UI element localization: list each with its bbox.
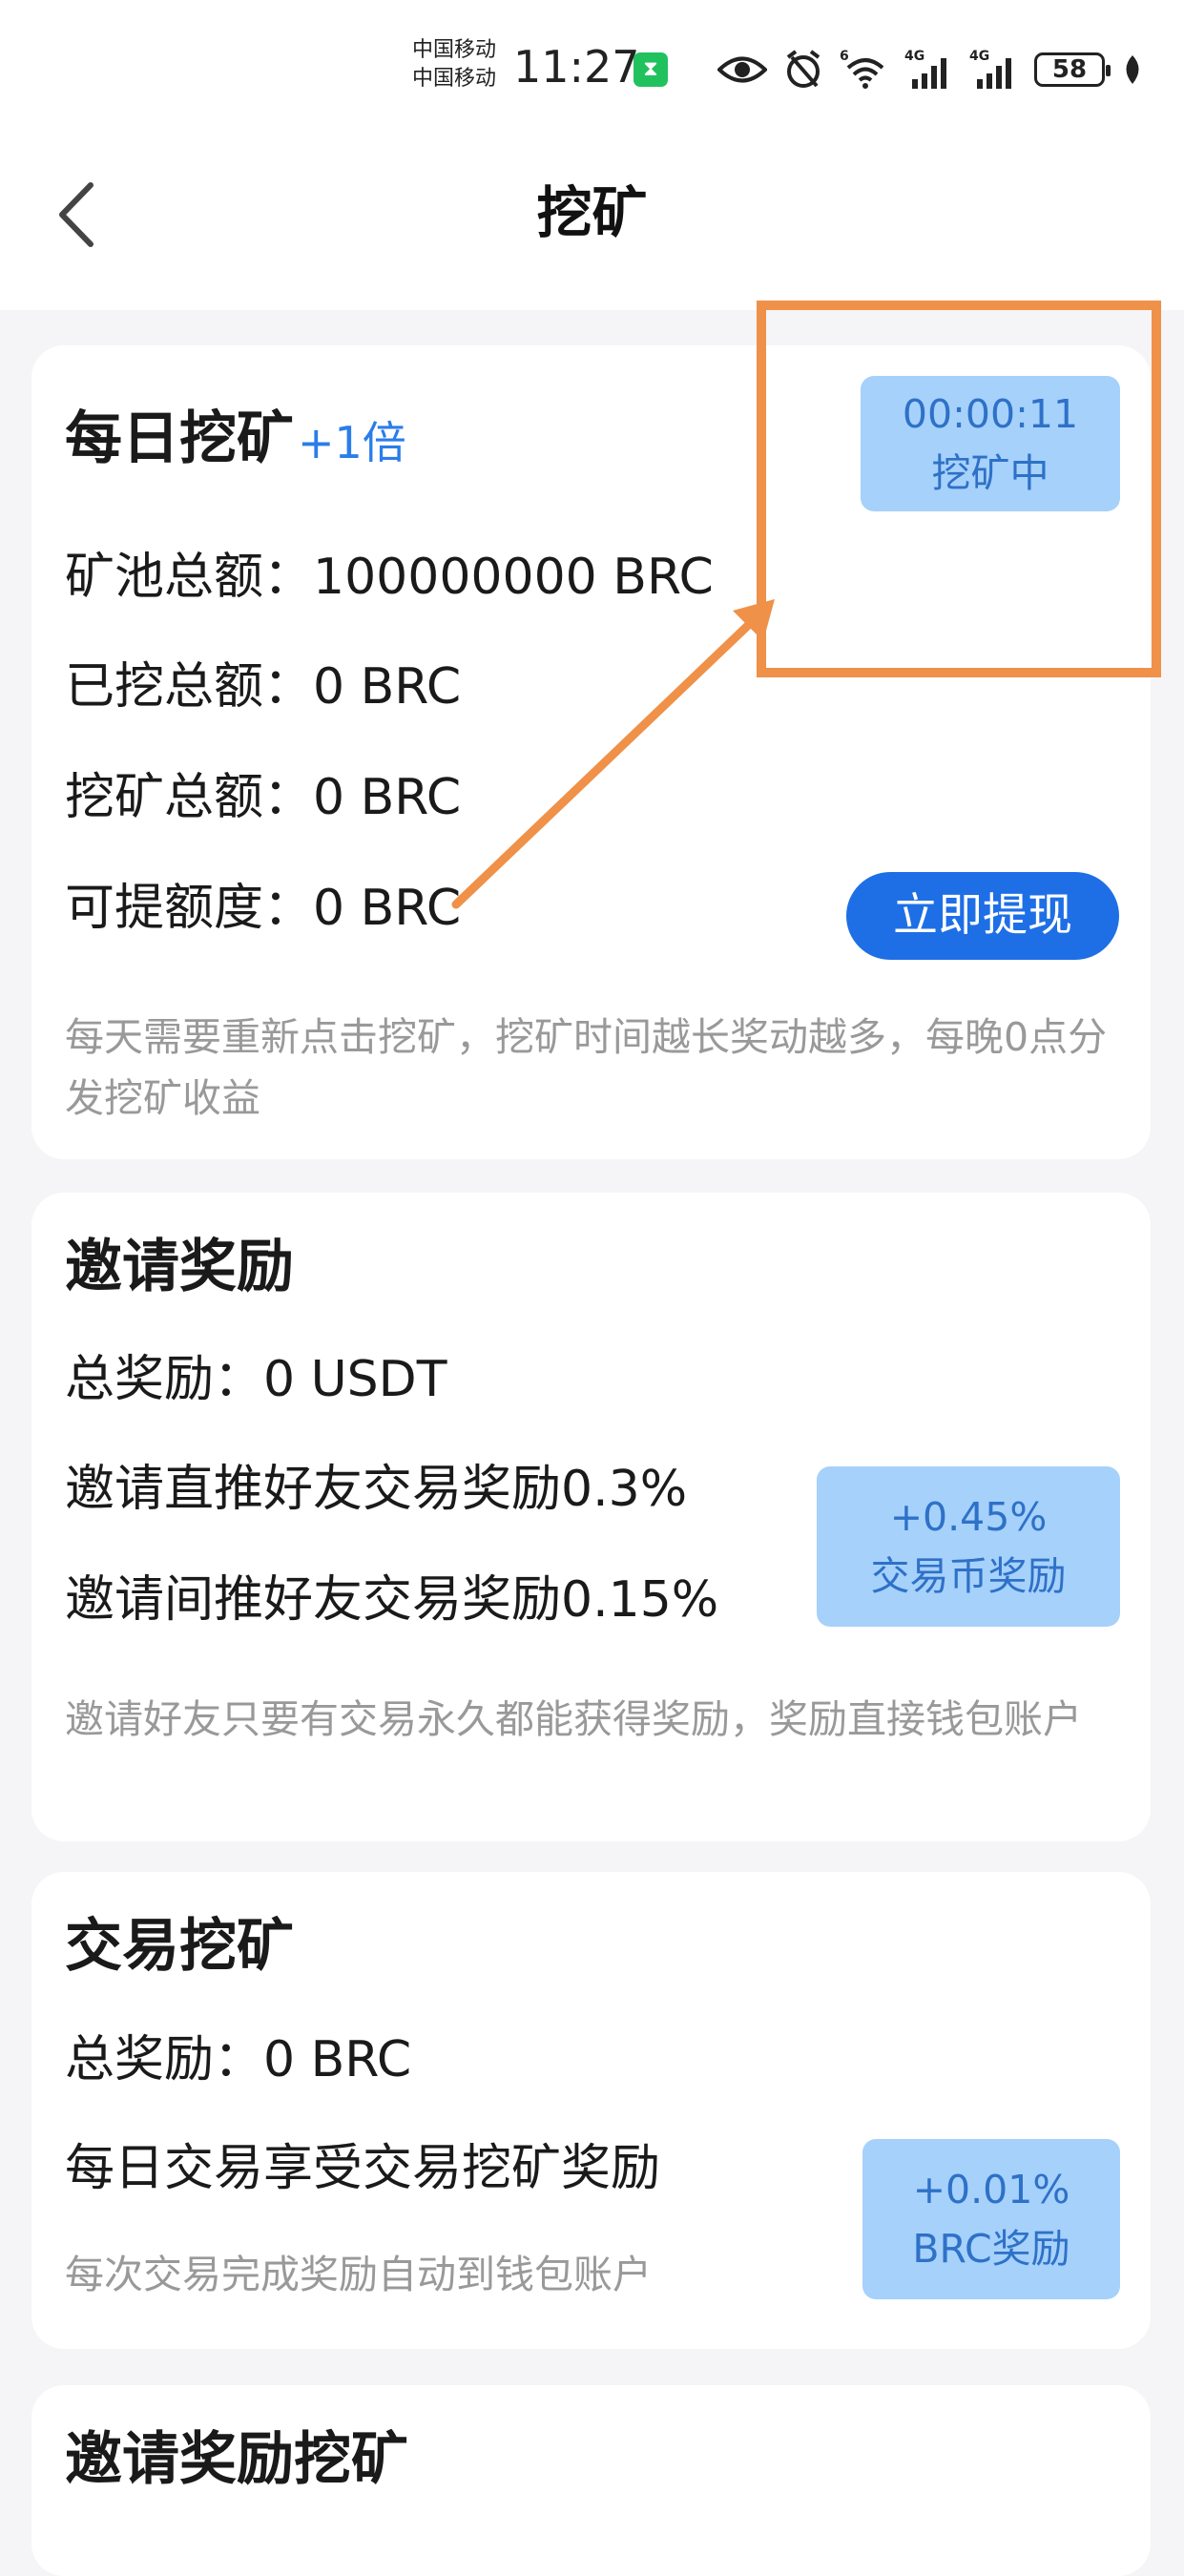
signal-icon: 4G bbox=[969, 49, 1017, 91]
daily-mining-title: 每日挖矿+1倍 bbox=[65, 403, 406, 479]
clock: 11:27 bbox=[513, 41, 640, 93]
mining-status-button[interactable]: 00:00:11 挖矿中 bbox=[861, 376, 1120, 511]
invite-indirect-reward: 邀请间推好友交易奖励0.15% bbox=[65, 1571, 719, 1629]
battery-icon: 58 bbox=[1034, 52, 1111, 87]
invite-reward-card: 邀请奖励 总奖励：0 USDT 邀请直推好友交易奖励0.3% 邀请间推好友交易奖… bbox=[31, 1193, 1151, 1841]
mining-total: 挖矿总额：0 BRC bbox=[65, 769, 462, 826]
trade-mining-note: 每次交易完成奖励自动到钱包账户 bbox=[65, 2252, 652, 2297]
daily-mining-note: 每天需要重新点击挖矿，挖矿时间越长奖动越多，每晚0点分发挖矿收益 bbox=[65, 1014, 1108, 1121]
invite-badge-label: 交易币奖励 bbox=[870, 1553, 1067, 1599]
hourglass-icon: ⧗ bbox=[634, 52, 668, 87]
trade-mining-title: 交易挖矿 bbox=[65, 1913, 294, 1980]
daily-mining-card: 每日挖矿+1倍 00:00:11 挖矿中 矿池总额：100000000 BRC … bbox=[31, 345, 1151, 1159]
nav-bar: 挖矿 bbox=[0, 138, 1184, 310]
mining-status: 挖矿中 bbox=[931, 450, 1049, 496]
alarm-off-icon bbox=[784, 50, 822, 90]
invite-total-reward: 总奖励：0 USDT bbox=[65, 1351, 447, 1408]
mined-total: 已挖总额：0 BRC bbox=[65, 658, 462, 716]
invite-badge-value: +0.45% bbox=[889, 1494, 1048, 1540]
trade-total-reward: 总奖励：0 BRC bbox=[65, 2031, 412, 2088]
trade-badge-value: +0.01% bbox=[912, 2167, 1070, 2212]
page-title: 挖矿 bbox=[536, 180, 648, 245]
invite-reward-badge: +0.45% 交易币奖励 bbox=[817, 1466, 1120, 1627]
carrier-2: 中国移动 bbox=[412, 67, 497, 91]
wifi-icon: 6 bbox=[840, 49, 887, 91]
pool-total: 矿池总额：100000000 BRC bbox=[65, 549, 714, 606]
carrier-1: 中国移动 bbox=[412, 38, 497, 62]
eye-icon bbox=[717, 53, 767, 86]
trade-mining-card: 交易挖矿 总奖励：0 BRC 每日交易享受交易挖矿奖励 +0.01% BRC奖励… bbox=[31, 1872, 1151, 2349]
invite-mining-title: 邀请奖励挖矿 bbox=[65, 2426, 408, 2493]
mining-timer: 00:00:11 bbox=[902, 391, 1079, 437]
invite-reward-title: 邀请奖励 bbox=[65, 1234, 294, 1300]
multiplier-label: +1倍 bbox=[298, 417, 406, 468]
trade-daily-reward: 每日交易享受交易挖矿奖励 bbox=[65, 2140, 661, 2197]
daily-mining-title-text: 每日挖矿 bbox=[65, 405, 294, 472]
invite-direct-reward: 邀请直推好友交易奖励0.3% bbox=[65, 1461, 688, 1518]
status-bar: 中国移动 中国移动 11:27 ⧗ 6 4G 4G 58 bbox=[0, 0, 1184, 138]
withdrawable-amount: 可提额度：0 BRC bbox=[65, 880, 462, 937]
status-icons: 6 4G 4G 58 bbox=[717, 46, 1143, 93]
battery-level: 58 bbox=[1051, 55, 1088, 84]
signal-icon: 4G bbox=[904, 49, 952, 91]
invite-reward-note: 邀请好友只要有交易永久都能获得奖励，奖励直接钱包账户 bbox=[65, 1696, 1082, 1742]
invite-mining-card: 邀请奖励挖矿 bbox=[31, 2385, 1151, 2576]
leaf-icon bbox=[1122, 53, 1143, 86]
carrier-labels: 中国移动 中国移动 bbox=[412, 36, 496, 93]
withdraw-button[interactable]: 立即提现 bbox=[846, 872, 1119, 960]
